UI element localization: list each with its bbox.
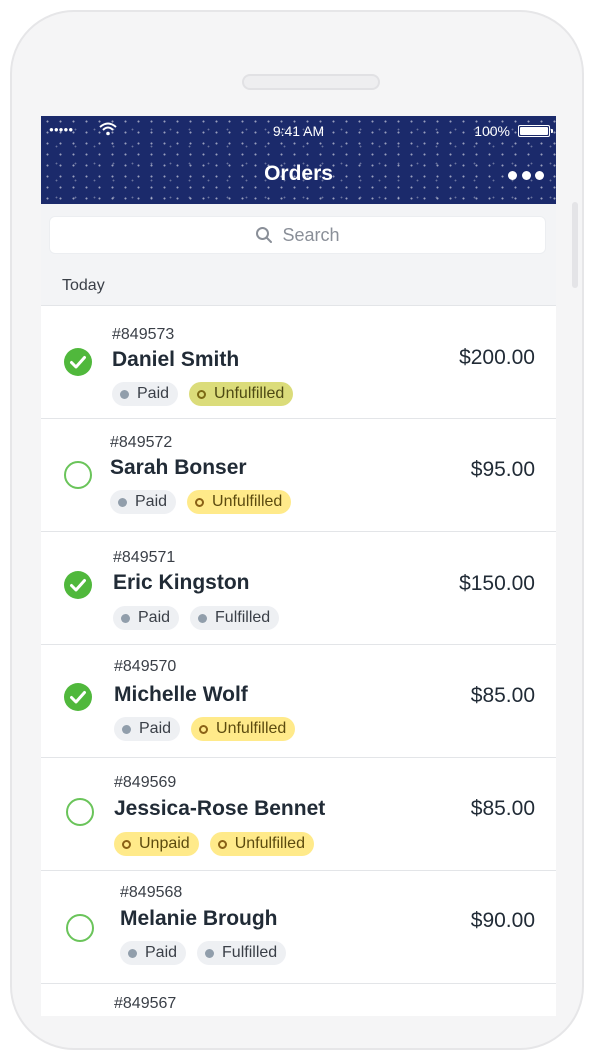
- search-input[interactable]: Search: [49, 216, 546, 254]
- payment-status-badge: Paid: [112, 382, 179, 406]
- status-bar: ●●●●● 9:41 AM 100%: [41, 122, 556, 142]
- fulfillment-status-badge: Fulfilled: [197, 941, 287, 965]
- payment-status-badge: Paid: [110, 490, 177, 514]
- order-row[interactable]: #849571 Eric Kingston $150.00 Paid Fulfi…: [41, 532, 556, 645]
- unchecked-circle-icon[interactable]: [66, 798, 94, 826]
- phone-side-button: [572, 202, 578, 288]
- order-number: #849573: [112, 326, 175, 343]
- customer-name: Michelle Wolf: [114, 683, 248, 706]
- order-total: $150.00: [459, 572, 535, 595]
- phone-speaker: [242, 74, 380, 90]
- more-options-icon[interactable]: [508, 168, 544, 182]
- fulfillment-status-badge: Unfulfilled: [189, 382, 294, 406]
- customer-name: Eric Kingston: [113, 571, 250, 594]
- section-header-today: Today: [41, 264, 556, 306]
- payment-status-badge: Unpaid: [114, 832, 199, 856]
- order-number: #849568: [120, 884, 183, 901]
- checked-circle-icon[interactable]: [64, 683, 92, 711]
- order-row[interactable]: #849568 Melanie Brough $90.00 Paid Fulfi…: [41, 871, 556, 984]
- order-total: $85.00: [470, 684, 535, 707]
- search-icon: [256, 227, 273, 243]
- order-total: $90.00: [470, 909, 535, 932]
- checked-circle-icon[interactable]: [64, 571, 92, 599]
- order-total: $200.00: [459, 346, 535, 369]
- search-bar-container: Search: [41, 204, 556, 264]
- order-number: #849569: [114, 774, 177, 791]
- app-screen: ●●●●● 9:41 AM 100% Orders Search Today #…: [41, 116, 556, 1016]
- unchecked-circle-icon[interactable]: [64, 461, 92, 489]
- customer-name: Jessica-Rose Bennet: [114, 797, 326, 820]
- order-number-partial: #849567: [114, 995, 177, 1012]
- order-number: #849572: [110, 434, 173, 451]
- order-total: $85.00: [470, 797, 535, 820]
- order-number: #849571: [113, 549, 176, 566]
- order-row[interactable]: #849572 Sarah Bonser $95.00 Paid Unfulfi…: [41, 419, 556, 532]
- section-label: Today: [62, 277, 105, 294]
- fulfillment-status-badge: Unfulfilled: [191, 717, 296, 741]
- customer-name: Sarah Bonser: [110, 456, 247, 479]
- unchecked-circle-icon[interactable]: [66, 914, 94, 942]
- search-placeholder: Search: [282, 224, 340, 245]
- battery-icon: [518, 125, 553, 137]
- payment-status-badge: Paid: [114, 717, 181, 741]
- order-row[interactable]: #849569 Jessica-Rose Bennet $85.00 Unpai…: [41, 758, 556, 871]
- fulfillment-status-badge: Unfulfilled: [209, 832, 314, 856]
- battery-percentage: 100%: [474, 123, 510, 139]
- customer-name: Melanie Brough: [120, 907, 278, 930]
- order-number: #849570: [114, 658, 177, 675]
- payment-status-badge: Paid: [120, 941, 187, 965]
- customer-name: Daniel Smith: [112, 348, 240, 371]
- fulfillment-status-badge: Fulfilled: [190, 606, 280, 630]
- order-total: $95.00: [470, 458, 535, 481]
- order-row[interactable]: #849570 Michelle Wolf $85.00 Paid Unfulf…: [41, 645, 556, 758]
- payment-status-badge: Paid: [113, 606, 180, 630]
- order-row[interactable]: #849573 Daniel Smith $200.00 Paid Unfulf…: [41, 306, 556, 419]
- fulfillment-status-badge: Unfulfilled: [187, 490, 292, 514]
- top-navigation-bar: ●●●●● 9:41 AM 100% Orders: [41, 116, 556, 204]
- checked-circle-icon[interactable]: [64, 348, 92, 376]
- page-title: Orders: [264, 162, 333, 185]
